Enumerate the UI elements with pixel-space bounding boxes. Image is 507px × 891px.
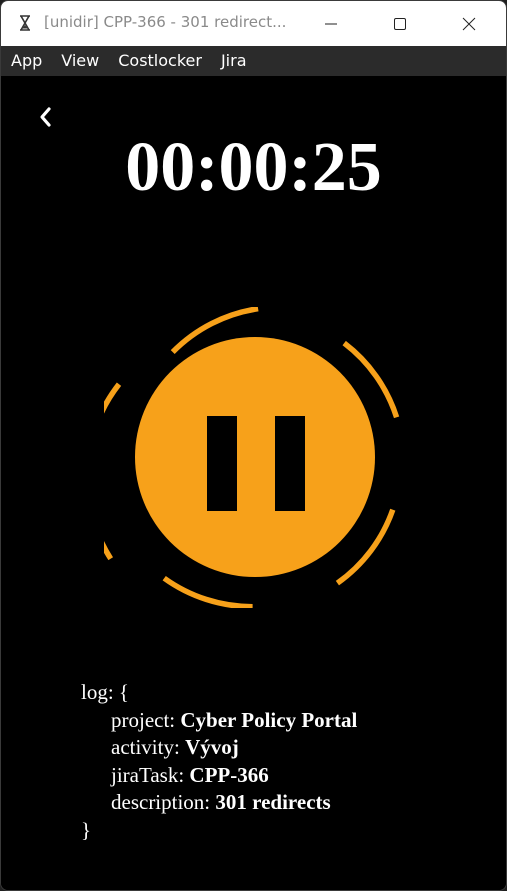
- timer-control: [104, 307, 402, 608]
- log-open: log: {: [81, 680, 129, 704]
- log-value: Cyber Policy Portal: [180, 707, 358, 732]
- menu-app[interactable]: App: [1, 46, 51, 76]
- minimize-icon: [325, 23, 337, 24]
- chevron-left-icon[interactable]: [33, 104, 59, 130]
- log-key: project:: [111, 707, 181, 732]
- log-key: activity:: [111, 735, 186, 759]
- pause-bar-right: [275, 416, 305, 511]
- menu-jira[interactable]: Jira: [211, 46, 256, 76]
- maximize-button[interactable]: [377, 1, 423, 46]
- close-button[interactable]: [446, 1, 492, 46]
- hourglass-icon: [16, 14, 34, 32]
- window-title: [unidir] CPP-366 - 301 redirect...: [44, 13, 287, 31]
- pause-button[interactable]: [135, 337, 375, 577]
- menu-view[interactable]: View: [51, 46, 108, 76]
- log-value: Vývoj: [185, 735, 239, 759]
- log-key: description:: [111, 790, 216, 814]
- log-value: 301 redirects: [215, 790, 331, 814]
- menu-costlocker[interactable]: Costlocker: [108, 46, 211, 76]
- log-key: jiraTask:: [111, 762, 190, 787]
- close-icon: [462, 17, 476, 30]
- maximize-icon: [394, 17, 406, 30]
- log-details: log: { project: Cyber Policy Portal acti…: [81, 679, 357, 844]
- menu-bar: App View Costlocker Jira: [1, 46, 506, 76]
- log-project: project: Cyber Policy Portal: [81, 707, 357, 735]
- elapsed-time: 00:00:25: [125, 129, 382, 206]
- log-value: CPP-366: [189, 762, 269, 787]
- log-description: description: 301 redirects: [81, 789, 357, 817]
- log-jira-task: jiraTask: CPP-366: [81, 762, 357, 790]
- minimize-button[interactable]: [308, 1, 354, 46]
- pause-bar-left: [207, 416, 237, 511]
- app-window: [unidir] CPP-366 - 301 redirect... App V…: [0, 0, 507, 891]
- timer-screen: 00:00:25 log: { project: Cyber Policy Po…: [1, 76, 506, 890]
- log-close: }: [81, 817, 92, 842]
- log-activity: activity: Vývoj: [81, 734, 357, 762]
- title-bar[interactable]: [unidir] CPP-366 - 301 redirect...: [1, 1, 506, 46]
